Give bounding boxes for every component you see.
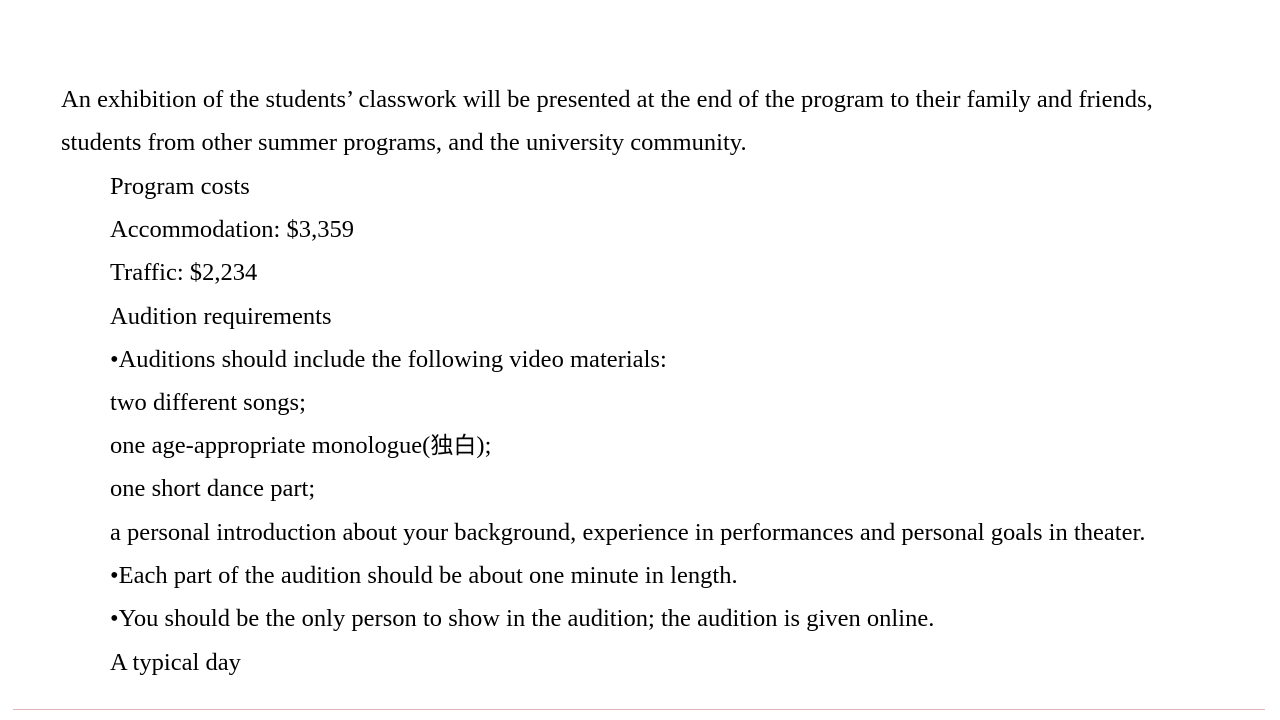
bullet-item-video-materials: •Auditions should include the following … <box>110 346 667 373</box>
list-item-personal-introduction: a personal introduction about your backg… <box>110 519 1146 546</box>
list-item-monologue: one age-appropriate monologue(独白); <box>110 424 491 468</box>
document-page: An exhibition of the students’ classwork… <box>0 0 1280 720</box>
bullet-item-only-person-online: •You should be the only person to show i… <box>110 605 935 632</box>
list-item-two-songs: two different songs; <box>110 389 306 416</box>
list-item-monologue-text-after: ); <box>476 432 492 459</box>
paragraph-line-1: An exhibition of the students’ classwork… <box>61 86 1153 113</box>
footer-divider <box>13 709 1265 710</box>
cost-item-accommodation: Accommodation: $3,359 <box>110 216 355 243</box>
list-item-monologue-cjk-gloss: 独白 <box>430 433 477 459</box>
paragraph-line-2: students from other summer programs, and… <box>61 129 747 156</box>
section-heading-program-costs: Program costs <box>110 173 250 200</box>
list-item-monologue-text-before: one age-appropriate monologue( <box>110 432 431 459</box>
section-heading-typical-day: A typical day <box>110 649 241 676</box>
cost-item-traffic: Traffic: $2,234 <box>110 259 258 286</box>
list-item-dance-part: one short dance part; <box>110 475 316 502</box>
section-heading-audition-requirements: Audition requirements <box>110 303 332 330</box>
bullet-item-audition-length: •Each part of the audition should be abo… <box>110 562 738 589</box>
